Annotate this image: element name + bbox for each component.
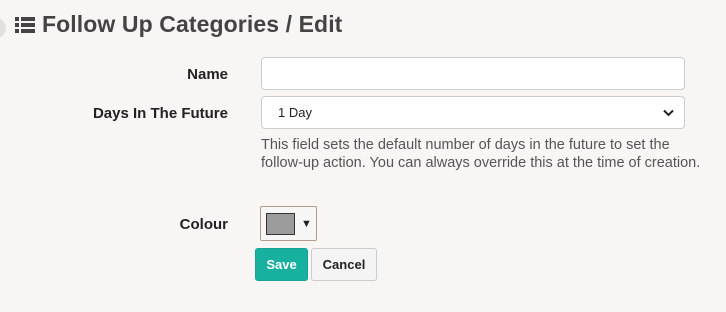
colour-label: Colour bbox=[179, 216, 228, 233]
days-in-future-selected: 1 Day bbox=[278, 105, 312, 120]
cancel-button[interactable]: Cancel bbox=[311, 248, 377, 281]
name-label: Name bbox=[187, 66, 228, 83]
days-in-future-help: This field sets the default number of da… bbox=[261, 137, 701, 171]
edit-page: Follow Up Categories / Edit Name Days In… bbox=[0, 0, 726, 312]
colour-swatch bbox=[266, 212, 295, 235]
list-icon bbox=[15, 16, 35, 33]
colour-picker[interactable]: ▼ bbox=[260, 206, 317, 241]
save-button[interactable]: Save bbox=[255, 248, 308, 281]
page-header: Follow Up Categories / Edit bbox=[15, 10, 342, 38]
name-input[interactable] bbox=[261, 57, 685, 90]
days-in-future-label: Days In The Future bbox=[92, 105, 228, 122]
colour-dropdown-arrow-icon: ▼ bbox=[301, 217, 312, 230]
days-in-future-select[interactable]: 1 Day bbox=[261, 96, 685, 129]
page-title: Follow Up Categories / Edit bbox=[42, 10, 343, 37]
chevron-down-icon bbox=[663, 109, 674, 116]
sidebar-toggle-edge[interactable] bbox=[0, 18, 6, 38]
